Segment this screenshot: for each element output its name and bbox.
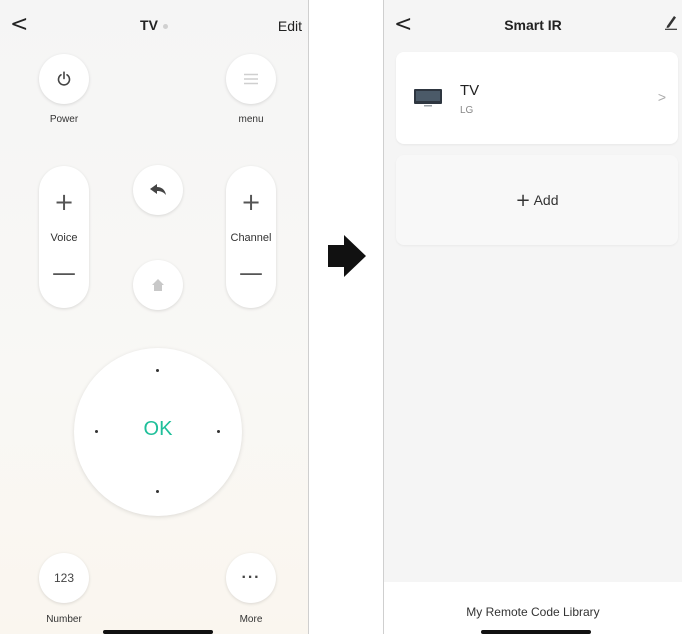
device-name: TV (460, 82, 480, 99)
add-device-card[interactable]: + Add (396, 155, 678, 245)
home-button[interactable] (133, 260, 183, 310)
home-indicator (103, 630, 213, 634)
device-brand: LG (460, 105, 474, 116)
page-title: TV (0, 17, 308, 33)
return-button[interactable] (133, 165, 183, 215)
direction-pad: OK (74, 348, 242, 516)
menu-icon (244, 73, 258, 85)
remote-header: < TV Edit (0, 0, 308, 50)
voice-down-button[interactable]: — (39, 261, 89, 285)
tv-icon (414, 89, 442, 107)
channel-label: Channel (230, 232, 272, 244)
number-button[interactable]: 123 (39, 553, 89, 603)
footer-bar: My Remote Code Library (384, 582, 682, 634)
power-icon (57, 71, 71, 86)
channel-down-button[interactable]: — (226, 261, 276, 285)
power-button[interactable] (39, 54, 89, 104)
dpad-up-button[interactable] (156, 369, 159, 372)
number-label: Number (46, 614, 82, 625)
remote-code-library-link[interactable]: My Remote Code Library (384, 605, 682, 619)
pencil-icon[interactable] (664, 14, 678, 30)
voice-control: + Voice — (39, 166, 89, 308)
power-label: Power (49, 114, 79, 125)
dpad-down-button[interactable] (156, 490, 159, 493)
return-icon (150, 184, 166, 195)
title-text: TV (140, 17, 158, 33)
smart-ir-screen: < Smart IR TV LG > + Add My Remote Code L… (383, 0, 682, 634)
arrow-right-icon (328, 235, 366, 277)
page-title: Smart IR (504, 17, 562, 33)
more-icon: ··· (241, 569, 261, 586)
more-button[interactable]: ··· (226, 553, 276, 603)
more-label: More (239, 614, 263, 625)
add-label: Add (533, 192, 559, 208)
device-card-tv[interactable]: TV LG > (396, 52, 678, 144)
voice-up-button[interactable]: + (39, 190, 89, 214)
channel-up-button[interactable]: + (226, 190, 276, 214)
add-button[interactable]: + Add (396, 190, 678, 211)
status-dot-icon (162, 23, 168, 29)
menu-label: menu (238, 114, 264, 125)
edit-button[interactable]: Edit (278, 18, 302, 34)
home-indicator (481, 630, 591, 634)
chevron-right-icon: > (657, 89, 666, 105)
number-text: 123 (53, 571, 75, 585)
plus-icon: + (515, 190, 531, 211)
menu-button[interactable] (226, 54, 276, 104)
voice-label: Voice (50, 232, 78, 244)
ok-button[interactable]: OK (74, 418, 242, 441)
home-icon (152, 279, 164, 291)
channel-control: + Channel — (226, 166, 276, 308)
tv-remote-screen: < TV Edit Power menu + Voice — + Channel… (0, 0, 309, 634)
